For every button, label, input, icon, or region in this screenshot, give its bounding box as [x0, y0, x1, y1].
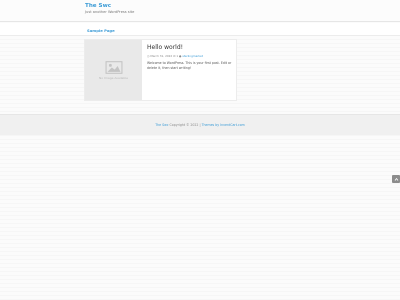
post-meta: ◷ March 31, 2022 ✉ 1 ● sterlingmarket: [147, 54, 233, 58]
post-title[interactable]: Hello world!: [147, 44, 233, 51]
post-thumbnail[interactable]: No Image Available: [85, 40, 142, 100]
post-card: No Image Available Hello world! ◷ March …: [84, 39, 237, 101]
nav-item-sample-page[interactable]: Sample Page: [87, 28, 115, 33]
footer-site-link[interactable]: The Swc: [155, 123, 168, 127]
footer-copyright: Copyright © 2022 |: [169, 123, 201, 127]
post-excerpt: Welcome to WordPress. This is your first…: [147, 61, 232, 70]
scroll-to-top-button[interactable]: [392, 175, 400, 183]
footer-credit-link[interactable]: Themes by InventCart.com: [202, 123, 245, 127]
site-footer: The Swc Copyright © 2022 | Themes by Inv…: [0, 114, 400, 135]
main-navigation: Sample Page: [0, 23, 400, 36]
site-description: Just another WordPress site: [85, 10, 135, 14]
site-title-link[interactable]: The Swc: [85, 3, 111, 9]
image-placeholder-icon: [105, 60, 122, 74]
footer-text: The Swc Copyright © 2022 | Themes by Inv…: [0, 123, 400, 127]
thumbnail-label: No Image Available: [99, 75, 128, 80]
post-body: Hello world! ◷ March 31, 2022 ✉ 1 ● ster…: [147, 44, 233, 70]
chevron-up-icon: [394, 177, 398, 181]
comment-count[interactable]: 1: [176, 54, 178, 58]
site-header: The Swc Just another WordPress site: [0, 0, 400, 22]
post-date[interactable]: March 31, 2022: [150, 54, 172, 58]
post-author[interactable]: sterlingmarket: [182, 54, 202, 58]
